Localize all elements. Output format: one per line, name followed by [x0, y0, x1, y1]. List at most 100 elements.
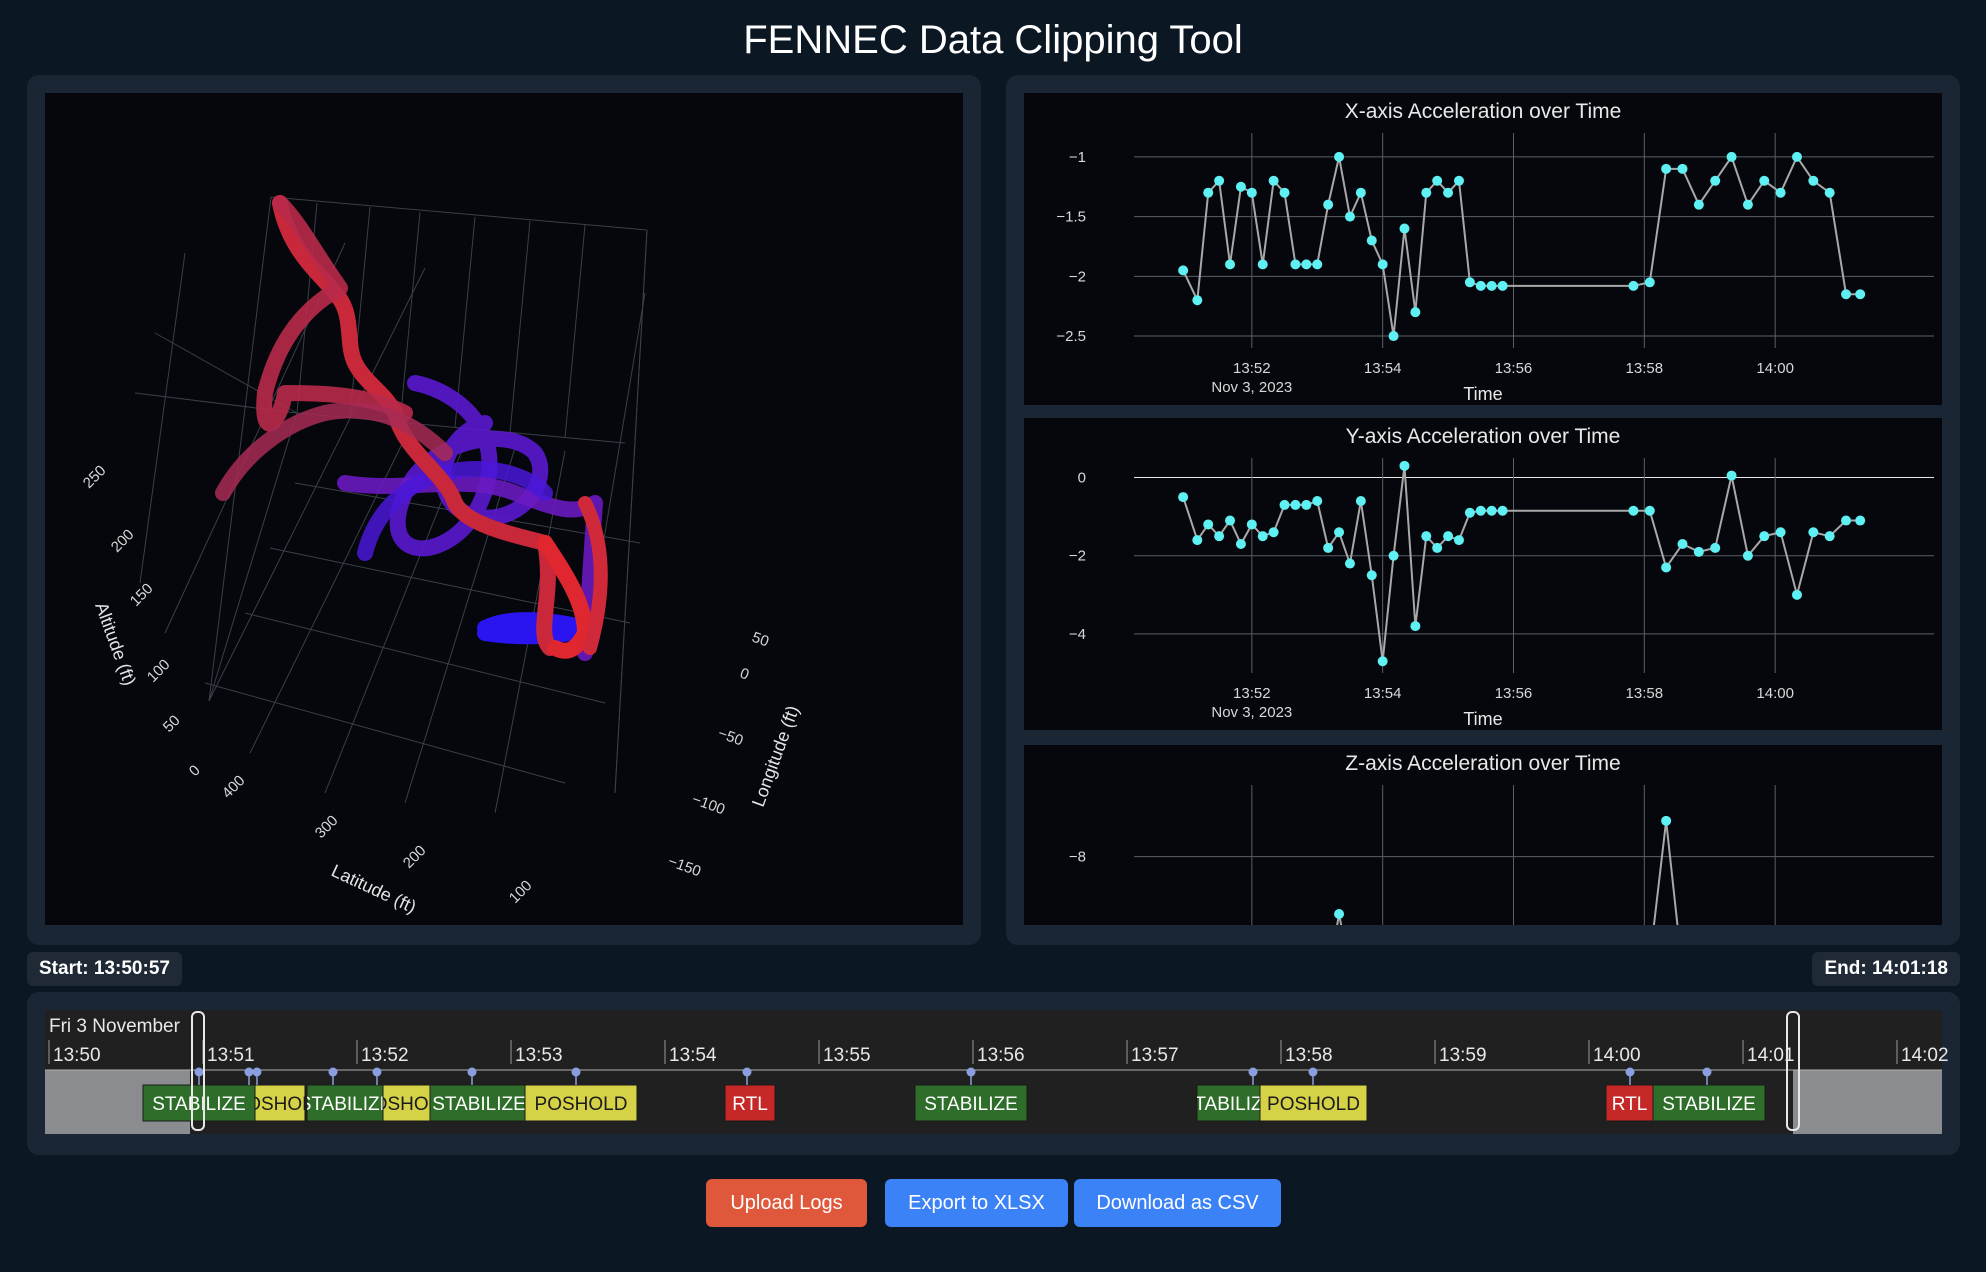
timeline-svg[interactable]: Fri 3 November 13:50 13:51 13:52 13:53 13:54 1… — [27, 992, 1960, 1155]
x-accel-data-point[interactable] — [1214, 175, 1225, 186]
y-accel-data-point[interactable] — [1742, 550, 1753, 561]
x-accel-data-point[interactable] — [1268, 175, 1279, 186]
y-accel-data-point[interactable] — [1710, 542, 1721, 553]
y-accel-data-point[interactable] — [1290, 499, 1301, 510]
y-accel-data-point[interactable] — [1377, 656, 1388, 667]
y-accel-data-point[interactable] — [1399, 460, 1410, 471]
x-accel-data-point[interactable] — [1791, 151, 1802, 162]
y-accel-data-point[interactable] — [1323, 542, 1334, 553]
mode-change-marker[interactable] — [1248, 1067, 1258, 1077]
x-accel-data-point[interactable] — [1855, 289, 1866, 300]
y-accel-data-point[interactable] — [1421, 531, 1432, 542]
x-accel-data-point[interactable] — [1355, 187, 1366, 198]
y-accel-data-point[interactable] — [1677, 539, 1688, 549]
x-accel-data-point[interactable] — [1759, 175, 1770, 186]
flight-path-3d-plot[interactable]: 250 200 150 100 50 0 400 300 200 100 50 … — [45, 93, 963, 925]
y-accel-data-point[interactable] — [1453, 535, 1464, 546]
mode-change-marker[interactable] — [966, 1067, 976, 1077]
y-accel-data-point[interactable] — [1775, 527, 1786, 538]
x-accel-data-point[interactable] — [1628, 280, 1639, 291]
x-accel-data-point[interactable] — [1453, 175, 1464, 186]
y-accel-data-point[interactable] — [1268, 527, 1279, 538]
x-accel-data-point[interactable] — [1841, 289, 1852, 300]
y-accel-data-point[interactable] — [1759, 531, 1770, 542]
x-accel-data-point[interactable] — [1377, 259, 1388, 270]
x-accel-data-point[interactable] — [1203, 187, 1214, 198]
y-accel-data-point[interactable] — [1334, 527, 1345, 538]
y-accel-data-point[interactable] — [1388, 550, 1399, 561]
y-accel-data-point[interactable] — [1301, 499, 1312, 510]
mode-change-marker[interactable] — [742, 1067, 752, 1077]
y-acceleration-chart[interactable]: Y-axis Acceleration over Time 0 −2 −4 13:52 1… — [1024, 418, 1942, 730]
x-accel-data-point[interactable] — [1178, 265, 1189, 276]
x-accel-data-point[interactable] — [1344, 211, 1355, 222]
x-accel-data-point[interactable] — [1824, 187, 1835, 198]
y-accel-data-point[interactable] — [1628, 505, 1639, 516]
x-accel-data-point[interactable] — [1246, 187, 1257, 198]
y-accel-data-point[interactable] — [1464, 507, 1475, 518]
x-accel-data-point[interactable] — [1497, 280, 1508, 291]
upload-logs-button[interactable]: Upload Logs — [706, 1179, 867, 1227]
x-accel-data-point[interactable] — [1710, 175, 1721, 186]
x-accel-data-point[interactable] — [1399, 223, 1410, 234]
x-accel-data-point[interactable] — [1334, 151, 1345, 162]
z-acceleration-svg[interactable]: Z-axis Acceleration over Time −8 — [1024, 745, 1942, 925]
x-accel-data-point[interactable] — [1644, 277, 1655, 288]
x-accel-data-point[interactable] — [1808, 175, 1819, 186]
y-accel-data-point[interactable] — [1366, 570, 1377, 581]
y-accel-data-point[interactable] — [1497, 505, 1508, 516]
download-csv-button[interactable]: Download as CSV — [1074, 1179, 1281, 1227]
x-accel-data-point[interactable] — [1443, 187, 1454, 198]
x-accel-data-point[interactable] — [1235, 181, 1246, 192]
x-accel-data-point[interactable] — [1742, 199, 1753, 210]
z-accel-data-point[interactable] — [1661, 815, 1672, 826]
y-accel-data-point[interactable] — [1432, 542, 1443, 553]
y-accel-data-point[interactable] — [1693, 546, 1704, 557]
x-accel-data-point[interactable] — [1421, 187, 1432, 198]
y-accel-data-point[interactable] — [1661, 562, 1672, 573]
y-accel-data-point[interactable] — [1855, 515, 1866, 526]
mode-change-marker[interactable] — [244, 1067, 254, 1077]
mode-change-marker[interactable] — [1308, 1067, 1318, 1077]
y-accel-data-point[interactable] — [1355, 496, 1366, 506]
y-accel-data-point[interactable] — [1726, 470, 1737, 481]
x-accel-data-point[interactable] — [1279, 187, 1290, 198]
x-accel-data-point[interactable] — [1726, 151, 1737, 162]
y-accel-data-point[interactable] — [1257, 531, 1268, 542]
x-accel-data-point[interactable] — [1677, 163, 1688, 174]
export-xlsx-button[interactable]: Export to XLSX — [885, 1179, 1068, 1227]
y-accel-data-point[interactable] — [1279, 499, 1290, 510]
y-accel-data-point[interactable] — [1214, 531, 1225, 542]
x-accel-data-point[interactable] — [1225, 259, 1236, 270]
z-acceleration-chart[interactable]: Z-axis Acceleration over Time −8 — [1024, 745, 1942, 925]
x-accel-data-point[interactable] — [1301, 259, 1312, 270]
y-accel-data-point[interactable] — [1841, 515, 1852, 526]
mode-change-marker[interactable] — [194, 1067, 204, 1077]
x-accel-data-point[interactable] — [1475, 280, 1486, 291]
y-accel-data-point[interactable] — [1486, 505, 1497, 516]
x-accel-data-point[interactable] — [1693, 199, 1704, 210]
y-accel-data-point[interactable] — [1312, 496, 1323, 506]
x-accel-data-point[interactable] — [1464, 277, 1475, 288]
mode-change-marker[interactable] — [372, 1067, 382, 1077]
y-accel-data-point[interactable] — [1824, 531, 1835, 542]
y-accel-data-point[interactable] — [1644, 505, 1655, 516]
x-accel-data-point[interactable] — [1366, 235, 1377, 246]
y-accel-data-point[interactable] — [1235, 539, 1246, 549]
x-accel-data-point[interactable] — [1661, 163, 1672, 174]
flight-path-svg[interactable]: 250 200 150 100 50 0 400 300 200 100 50 … — [45, 93, 963, 925]
y-accel-data-point[interactable] — [1203, 519, 1214, 530]
y-acceleration-svg[interactable]: Y-axis Acceleration over Time 0 −2 −4 13:52 1… — [1024, 418, 1942, 730]
z-accel-data-point[interactable] — [1334, 909, 1345, 919]
y-accel-data-point[interactable] — [1475, 505, 1486, 516]
x-accel-data-point[interactable] — [1323, 199, 1334, 210]
x-accel-data-point[interactable] — [1312, 259, 1323, 270]
y-accel-data-point[interactable] — [1246, 519, 1257, 530]
y-accel-data-point[interactable] — [1410, 621, 1421, 632]
x-accel-data-point[interactable] — [1486, 280, 1497, 291]
x-accel-data-point[interactable] — [1410, 307, 1421, 318]
mode-change-marker[interactable] — [467, 1067, 477, 1077]
y-accel-data-point[interactable] — [1178, 492, 1189, 503]
mode-change-marker[interactable] — [1625, 1067, 1635, 1077]
y-accel-data-point[interactable] — [1344, 558, 1355, 569]
